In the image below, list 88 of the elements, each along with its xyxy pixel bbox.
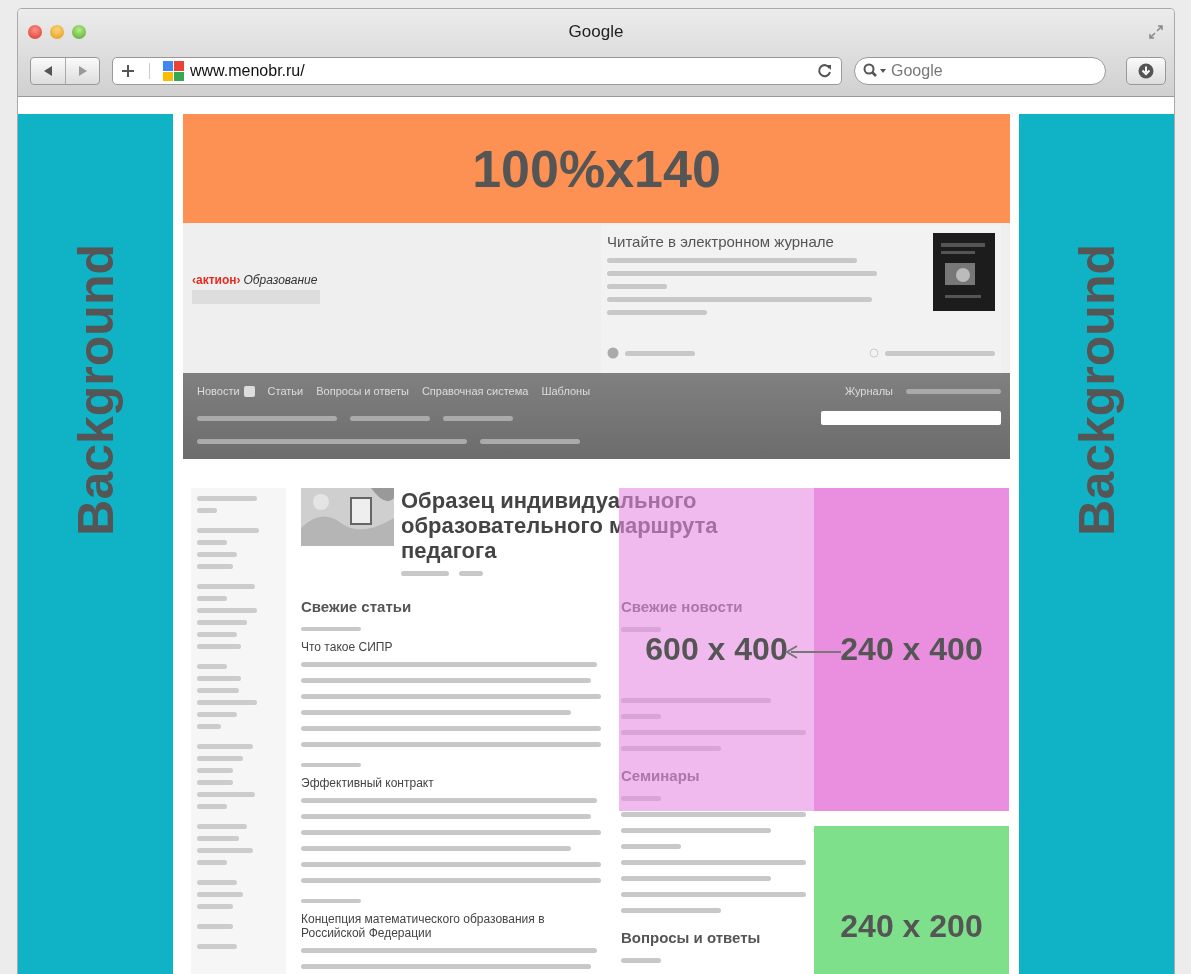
ad-size-label: 600 x 400 [645,631,788,668]
section-heading: Свежие новости [621,598,744,615]
blurred-text [197,564,233,569]
banner-size-label: 100%x140 [472,138,721,199]
blurred-text [197,688,239,693]
zoom-button[interactable] [72,25,86,39]
blurred-text [197,632,237,637]
circle-icon [869,348,879,358]
blurred-text [197,904,233,909]
forward-icon [77,66,88,76]
address-bar[interactable]: www.menobr.ru/ [112,57,842,85]
blurred-text [443,415,513,421]
plus-icon[interactable] [121,64,135,78]
nav-link[interactable]: Справочная система [421,385,529,397]
blurred-text [197,700,257,705]
blurred-text [197,780,233,785]
blurred-text [625,350,695,356]
section-heading: Семинары [621,767,701,784]
blurred-text [197,744,253,749]
blurred-text [197,848,253,853]
article-link[interactable]: Что такое СИПР [301,640,601,654]
blurred-text [197,608,257,613]
blurred-text [607,284,667,289]
search-box[interactable]: Google [854,57,1106,85]
site-search-field[interactable] [821,411,1001,425]
blurred-text [197,496,257,501]
blurred-text [197,860,227,865]
article-title[interactable]: Образец индивидуального образовательного маршрута педагога [401,488,761,563]
blurred-text [197,824,247,829]
nav-link[interactable]: Шаблоны [541,385,591,397]
background-label: Background [70,244,121,536]
blurred-text [301,899,361,903]
blurred-text [197,792,255,797]
blurred-text [621,958,661,963]
ad-size-label: 240 x 200 [840,907,983,945]
blurred-text [197,756,243,761]
reload-icon[interactable] [817,63,833,79]
blurred-text [197,596,227,601]
nav-link[interactable]: Журналы [844,385,893,397]
fullscreen-icon[interactable] [1148,24,1164,40]
blurred-text [301,627,361,631]
blurred-text [197,892,243,897]
site-favicon-icon [162,60,186,82]
blurred-text [197,664,227,669]
downloads-button[interactable] [1126,57,1166,85]
article-link[interactable]: Эффективный контракт [301,776,601,790]
blurred-text [197,880,237,885]
blurred-text [197,540,227,545]
blurred-text [301,763,361,767]
blurred-text [197,528,259,533]
blurred-text [197,768,233,773]
window-title: Google [568,22,624,42]
close-button[interactable] [28,25,42,39]
blurred-text [197,584,255,589]
ad-size-label: 240 x 400 [840,631,983,668]
article-link[interactable]: Концепция математического образования в Российской Федерации [301,912,601,940]
blurred-text [197,508,217,513]
section-heading: Свежие статьи [301,598,413,615]
url-text: www.menobr.ru/ [190,62,306,80]
nav-badge [243,385,255,397]
globe-icon [607,347,619,359]
blurred-text [197,944,237,949]
download-icon [1138,63,1154,79]
nav-link[interactable]: Статьи [267,385,304,397]
blurred-text [197,712,237,717]
promo-title: Читайте в электронном журнале [607,233,835,250]
blurred-text [621,844,681,849]
nav-link[interactable]: Вопросы и ответы [316,385,409,397]
nav-link[interactable]: Новости [197,385,240,397]
blurred-text [197,644,241,649]
blurred-text [459,571,483,576]
blurred-text [197,676,241,681]
search-icon [863,63,887,79]
background-label: Background [1071,244,1122,536]
blurred-text [197,552,237,557]
minimize-button[interactable] [50,25,64,39]
search-field[interactable]: Google [891,62,1091,80]
back-icon [43,66,53,76]
blurred-text [197,620,247,625]
arrow [785,645,841,659]
blurred-text [197,804,227,809]
blurred-text [197,836,239,841]
blurred-text [401,571,449,576]
section-heading: Вопросы и ответы [621,929,762,946]
blurred-text [197,924,233,929]
logo-name[interactable]: Образование [243,273,318,287]
blurred-text [197,724,221,729]
logo-brand[interactable]: ‹актион› [192,273,241,287]
